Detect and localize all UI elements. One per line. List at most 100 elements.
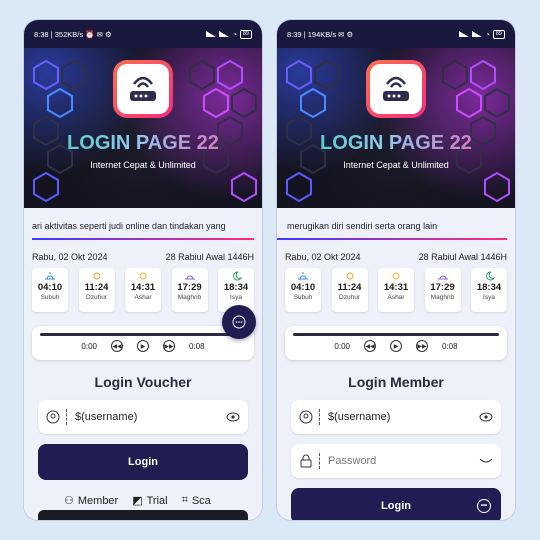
signal-icon bbox=[472, 31, 483, 37]
prayer-card-subuh: 04:10 Subuh bbox=[32, 268, 68, 312]
progress-track[interactable] bbox=[40, 333, 246, 336]
prayer-name: Isya bbox=[483, 294, 495, 301]
login-button[interactable]: Login bbox=[38, 444, 248, 480]
form-title: Login Member bbox=[348, 374, 444, 390]
prayer-name: Isya bbox=[230, 294, 242, 301]
duration: 0:08 bbox=[189, 341, 205, 351]
forward-icon[interactable]: ▶▶ bbox=[163, 340, 175, 352]
send-icon: ◩ bbox=[132, 495, 143, 507]
current-time: 0:00 bbox=[81, 341, 97, 351]
date-row: Rabu, 02 Okt 2024 28 Rabiul Awal 1446H bbox=[24, 252, 262, 262]
chat-icon[interactable]: ••• bbox=[477, 499, 491, 513]
date-row: Rabu, 02 Okt 2024 28 Rabiul Awal 1446H bbox=[277, 252, 515, 262]
wifi-icon: ◔ bbox=[485, 29, 490, 39]
prayer-card-ashar: 14:31 Ashar bbox=[378, 268, 414, 312]
sun-icon bbox=[93, 272, 100, 280]
gregorian-date: Rabu, 02 Okt 2024 bbox=[285, 252, 361, 262]
progress-track[interactable] bbox=[293, 333, 499, 336]
username-input[interactable]: $(username) bbox=[328, 411, 479, 423]
lock-icon bbox=[300, 454, 312, 468]
prayer-time: 11:24 bbox=[337, 282, 362, 293]
prayer-card-dzuhur: 11:24 Dzuhur bbox=[331, 268, 368, 312]
moon-icon bbox=[233, 271, 243, 281]
prayer-name: Maghrib bbox=[177, 294, 202, 301]
prayer-time: 14:31 bbox=[383, 282, 409, 293]
form-title: Login Voucher bbox=[94, 374, 192, 390]
wifi-icon: ◔ bbox=[232, 29, 237, 39]
gregorian-date: Rabu, 02 Okt 2024 bbox=[32, 252, 108, 262]
member-link[interactable]: ⚇ Member bbox=[64, 494, 118, 508]
chat-icon bbox=[232, 315, 246, 329]
eye-icon[interactable] bbox=[226, 412, 240, 422]
prayer-name: Subuh bbox=[40, 294, 60, 301]
router-icon bbox=[383, 76, 409, 101]
sun-icon bbox=[346, 272, 353, 280]
prayer-time: 18:34 bbox=[476, 282, 502, 293]
phone-screen-voucher: 8:38 | 352KB/s ⏰ ✉ ⚙ ◔ 89 LOGIN PAGE 22 … bbox=[24, 20, 262, 520]
battery-icon: 89 bbox=[239, 29, 252, 39]
audio-player: 0:00 ◀◀ ▶ ▶▶ 0:08 bbox=[285, 326, 507, 360]
status-bar: 8:38 | 352KB/s ⏰ ✉ ⚙ ◔ 89 bbox=[24, 20, 262, 48]
rewind-icon[interactable]: ◀◀ bbox=[364, 340, 376, 352]
running-text: ari aktivitas seperti judi online dan ti… bbox=[32, 216, 254, 240]
phone-screen-member: 8:39 | 194KB/s ✉ ⚙ ◔ 89 LOGIN PAGE 22 In… bbox=[277, 20, 515, 520]
status-right: ◔ 89 bbox=[206, 29, 252, 39]
forward-icon[interactable]: ▶▶ bbox=[416, 340, 428, 352]
battery-icon: 89 bbox=[492, 29, 505, 39]
prayer-time: 17:29 bbox=[430, 282, 455, 293]
user-icon: ⚇ bbox=[64, 495, 74, 507]
prayer-time: 04:10 bbox=[290, 282, 316, 293]
prayer-card-ashar: 14:31 Ashar bbox=[125, 268, 161, 312]
prayer-card-maghrib: 17:29 Maghrib bbox=[424, 268, 461, 312]
duration: 0:08 bbox=[442, 341, 458, 351]
prayer-name: Maghrib bbox=[430, 294, 455, 301]
password-input[interactable]: Password bbox=[328, 455, 479, 467]
hijri-date: 28 Rabiul Awal 1446H bbox=[165, 252, 254, 262]
header-banner: LOGIN PAGE 22 Internet Cepat & Unlimited bbox=[24, 48, 262, 208]
username-field[interactable]: $(username) bbox=[291, 400, 501, 434]
status-left: 8:39 | 194KB/s ✉ ⚙ bbox=[287, 29, 354, 39]
signal-icon bbox=[459, 31, 470, 37]
prayer-time: 14:31 bbox=[130, 282, 156, 293]
chat-button[interactable] bbox=[222, 305, 256, 339]
prayer-name: Subuh bbox=[293, 294, 313, 301]
sunrise-icon bbox=[45, 272, 55, 280]
prayer-time: 17:29 bbox=[177, 282, 202, 293]
prayer-times: 04:10 Subuh 11:24 Dzuhur 14:31 Ashar 17:29 M… bbox=[24, 268, 262, 312]
divider bbox=[319, 409, 320, 425]
app-logo bbox=[113, 60, 173, 118]
running-text: merugikan diri sendiri serta orang lain bbox=[277, 216, 507, 240]
player-controls: 0:00 ◀◀ ▶ ▶▶ 0:08 bbox=[32, 340, 254, 352]
play-icon[interactable]: ▶ bbox=[390, 340, 402, 352]
user-icon bbox=[46, 410, 60, 424]
login-button[interactable]: Login ••• bbox=[291, 488, 501, 520]
player-controls: 0:00 ◀◀ ▶ ▶▶ 0:08 bbox=[285, 340, 507, 352]
current-time: 0:00 bbox=[334, 341, 350, 351]
rewind-icon[interactable]: ◀◀ bbox=[111, 340, 123, 352]
eye-closed-icon[interactable] bbox=[479, 456, 493, 466]
sun-icon bbox=[139, 272, 147, 280]
sunrise-icon bbox=[298, 272, 308, 280]
router-icon bbox=[130, 76, 156, 101]
sunset-icon bbox=[184, 275, 195, 280]
signal-icon bbox=[219, 31, 230, 37]
play-icon[interactable]: ▶ bbox=[137, 340, 149, 352]
username-input[interactable]: $(username) bbox=[75, 411, 226, 423]
moon-icon bbox=[486, 271, 496, 281]
password-field[interactable]: Password bbox=[291, 444, 501, 478]
app-logo bbox=[366, 60, 426, 118]
page-subtitle: Internet Cepat & Unlimited bbox=[90, 160, 196, 170]
page-title: LOGIN PAGE 22 bbox=[277, 132, 515, 155]
prayer-times: 04:10 Subuh 11:24 Dzuhur 14:31 Ashar 17:29 M… bbox=[277, 268, 515, 312]
username-field[interactable]: $(username) bbox=[38, 400, 248, 434]
prayer-name: Ashar bbox=[134, 294, 152, 301]
prayer-name: Dzuhur bbox=[339, 294, 360, 301]
header-banner: LOGIN PAGE 22 Internet Cepat & Unlimited bbox=[277, 48, 515, 208]
scan-link[interactable]: ⌗ Sca bbox=[182, 494, 211, 507]
prayer-name: Dzuhur bbox=[86, 294, 107, 301]
eye-icon[interactable] bbox=[479, 412, 493, 422]
prayer-time: 11:24 bbox=[84, 282, 109, 293]
trial-link[interactable]: ◩ Trial bbox=[132, 494, 167, 508]
prayer-time: 04:10 bbox=[37, 282, 63, 293]
status-speed: 194KB/s bbox=[307, 29, 337, 39]
